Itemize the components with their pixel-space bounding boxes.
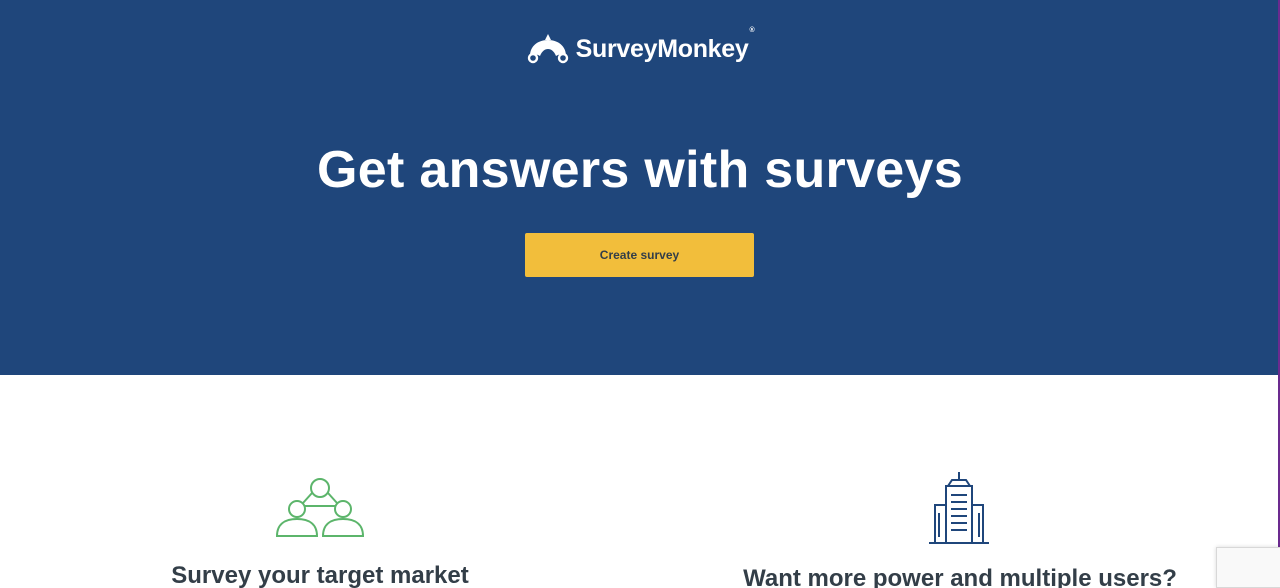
people-network-icon (275, 478, 365, 537)
brand-name-text: SurveyMonkey (575, 34, 749, 63)
registered-mark: ® (749, 26, 755, 34)
building-icon (929, 472, 989, 544)
create-survey-button[interactable]: Create survey (525, 233, 754, 277)
hero-headline: Get answers with surveys (317, 141, 963, 199)
feature-title-target-market: Survey your target market (171, 562, 469, 588)
brand-logo[interactable]: SurveyMonkey® (0, 27, 1280, 66)
hero-banner: SurveyMonkey® Get answers with surveys C… (0, 0, 1280, 375)
recaptcha-badge[interactable] (1216, 547, 1280, 588)
brand-name: SurveyMonkey® (575, 27, 755, 64)
monkey-logo-icon (527, 34, 568, 64)
feature-title-power-users: Want more power and multiple users? (743, 565, 1177, 588)
